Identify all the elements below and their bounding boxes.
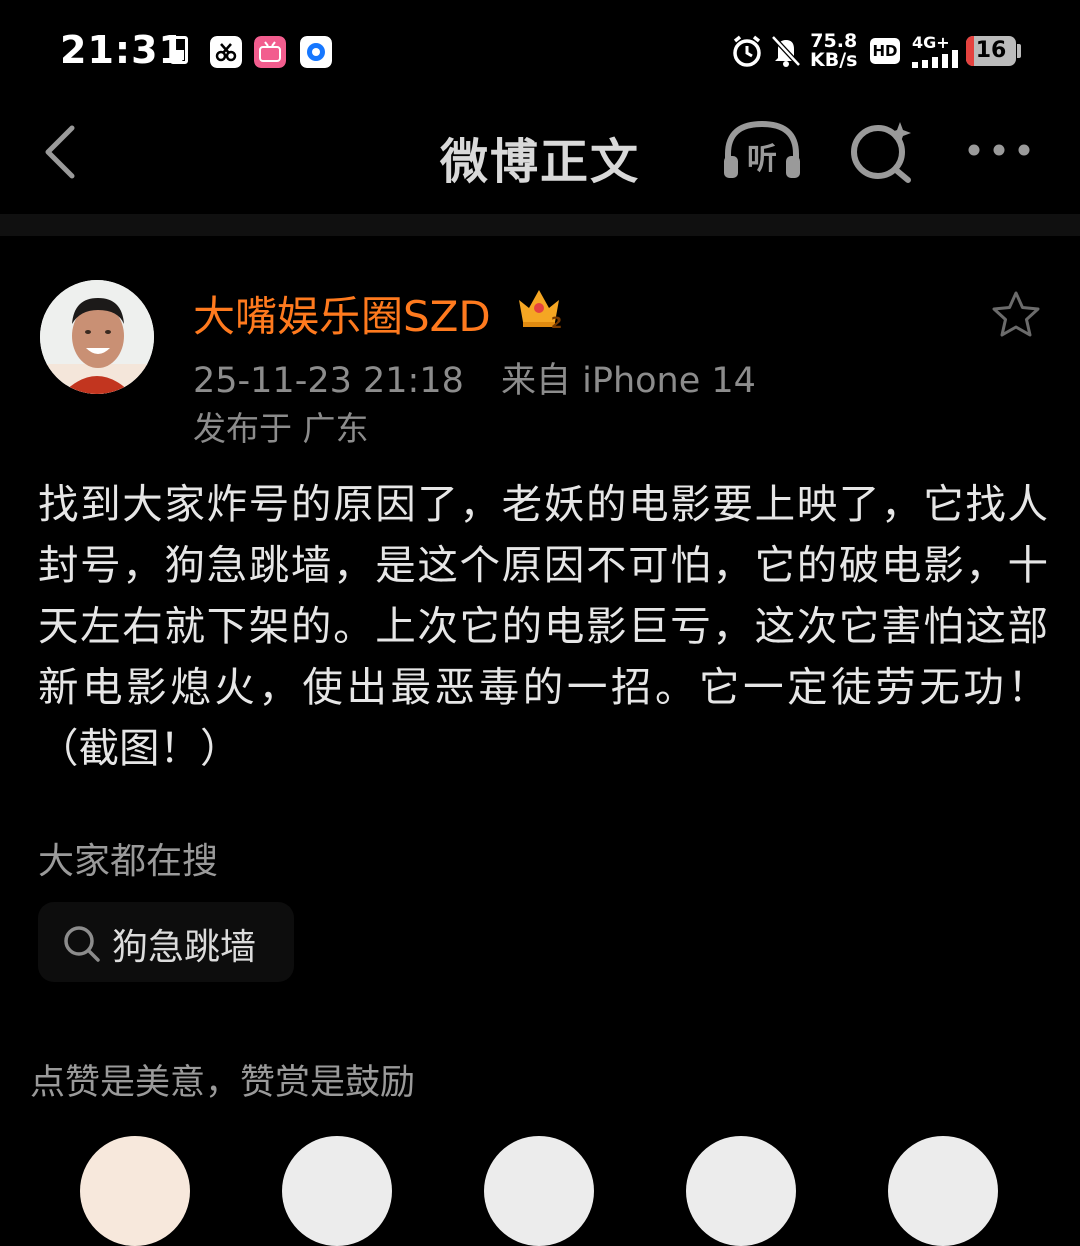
headphones-listen-icon[interactable]: 听 — [720, 118, 804, 182]
listen-label: 听 — [747, 142, 777, 177]
signal-icon — [912, 50, 958, 68]
bilibili-app-icon — [254, 36, 286, 68]
badge-level: 2 — [551, 313, 562, 330]
search-icon — [64, 926, 100, 962]
battery-cap — [1017, 44, 1021, 58]
hot-search-chip-label: 狗急跳墙 — [112, 927, 257, 968]
divider — [0, 214, 1080, 236]
battery-level: 16 — [975, 38, 1007, 63]
reward-avatar[interactable] — [282, 1136, 392, 1246]
browser-app-icon — [300, 36, 332, 68]
post-meta: 25-11-23 21:18 来自 iPhone 14 — [193, 352, 756, 403]
author-name[interactable]: 大嘴娱乐圈SZD — [193, 283, 491, 344]
nav-bar: 微博正文 听 — [0, 100, 1080, 214]
hd-badge: HD — [870, 38, 900, 64]
hot-search-chip[interactable]: 狗急跳墙 — [38, 902, 294, 982]
more-dots-icon[interactable] — [966, 142, 1032, 158]
status-time: 21:31 — [60, 28, 186, 72]
battery-indicator: 16 — [966, 36, 1016, 66]
scissors-app-icon — [210, 36, 242, 68]
sparkle-search-icon[interactable] — [848, 120, 916, 184]
net-speed-unit: KB/s — [810, 49, 858, 71]
post-text: 找到大家炸号的原因了，老妖的电影要上映了，它找人封号，狗急跳墙，是这个原因不可怕… — [38, 480, 1048, 772]
page-title: 微博正文 — [439, 134, 640, 190]
reward-avatar[interactable] — [484, 1136, 594, 1246]
reward-avatar[interactable] — [686, 1136, 796, 1246]
post-time: 25-11-23 21:18 — [193, 361, 464, 401]
reward-avatar[interactable] — [80, 1136, 190, 1246]
crown-icon: 2 — [519, 290, 562, 330]
reward-label: 点赞是美意，赞赏是鼓励 — [30, 1063, 416, 1103]
net-speed: 75.8 KB/s — [810, 32, 857, 70]
alarm-icon — [733, 35, 761, 67]
mute-bell-icon — [771, 35, 801, 67]
avatar-image — [40, 280, 154, 394]
post-source: 来自 iPhone 14 — [501, 361, 756, 401]
post-location: 发布于 广东 — [193, 409, 369, 448]
star-outline-icon[interactable] — [990, 290, 1042, 340]
reward-avatar[interactable] — [888, 1136, 998, 1246]
status-bar: 21:31 75.8 KB/s HD 4G+ 16 — [0, 0, 1080, 100]
author-avatar[interactable] — [40, 280, 154, 394]
battery-small-icon — [170, 36, 188, 64]
hot-search-label: 大家都在搜 — [38, 841, 219, 882]
